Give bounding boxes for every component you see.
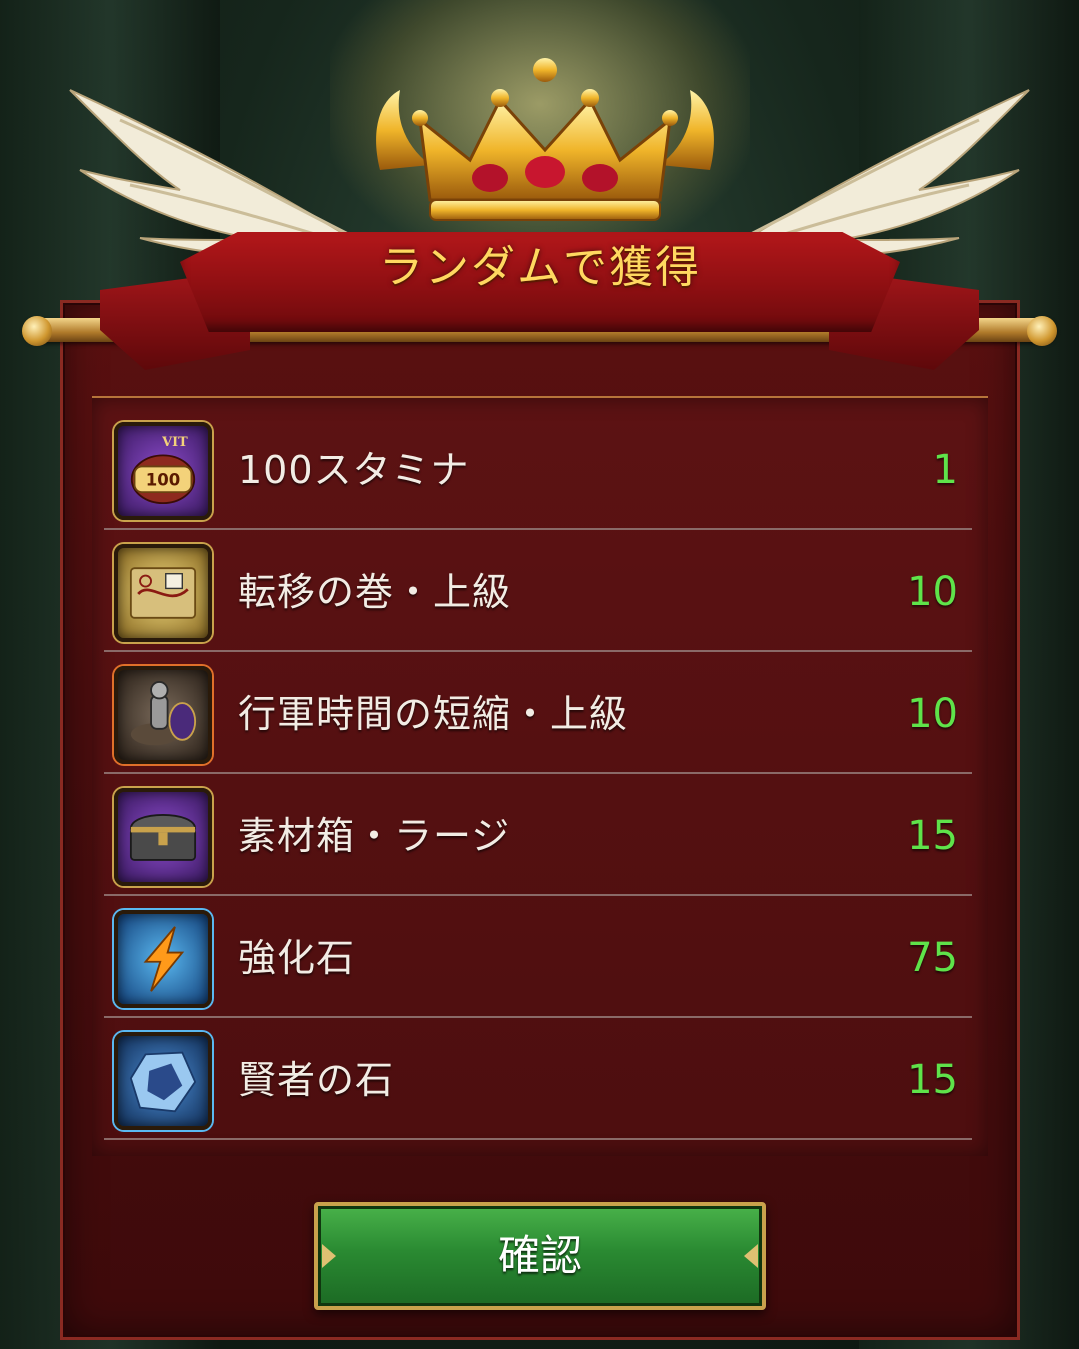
item-count: 75 <box>907 935 958 981</box>
stamina-tag-text: VIT <box>161 435 188 450</box>
teleport-scroll-icon <box>114 544 212 642</box>
item-name: 転移の巻・上級 <box>238 570 512 614</box>
list-item-enhance-stone: 強化石 75 <box>104 898 972 1018</box>
stamina-icon: 100 VIT <box>114 422 212 520</box>
list-item-sages-stone: 賢者の石 15 <box>104 1020 972 1140</box>
list-item-material-chest: 素材箱・ラージ 15 <box>104 776 972 896</box>
dialog-title: ランダムで獲得 <box>379 242 701 293</box>
list-item-march-speedup: 行軍時間の短縮・上級 10 <box>104 654 972 774</box>
confirm-button[interactable]: 確認 <box>314 1202 766 1310</box>
item-name: 素材箱・ラージ <box>238 814 511 858</box>
rod-cap-right <box>1027 316 1057 346</box>
item-count: 15 <box>907 813 958 859</box>
material-chest-icon <box>114 788 212 886</box>
item-name: 賢者の石 <box>238 1058 395 1102</box>
list-item-teleport-scroll: 転移の巻・上級 10 <box>104 532 972 652</box>
item-count: 10 <box>907 569 958 615</box>
item-name: 100スタミナ <box>238 448 470 492</box>
item-count: 15 <box>907 1057 958 1103</box>
reward-list: 100 VIT 100スタミナ 1 転移の巻・上級 10 行軍時間の短縮・上級 … <box>92 396 988 1156</box>
item-count: 10 <box>907 691 958 737</box>
enhance-stone-icon <box>114 910 212 1008</box>
stamina-badge-text: 100 <box>146 471 180 490</box>
crown-icon <box>376 58 714 221</box>
item-count: 1 <box>932 447 958 493</box>
list-item-stamina: 100 VIT 100スタミナ 1 <box>104 410 972 530</box>
sages-stone-icon <box>114 1032 212 1130</box>
rod-cap-left <box>22 316 52 346</box>
march-speedup-icon <box>114 666 212 764</box>
item-name: 強化石 <box>238 936 356 980</box>
item-name: 行軍時間の短縮・上級 <box>238 692 629 736</box>
